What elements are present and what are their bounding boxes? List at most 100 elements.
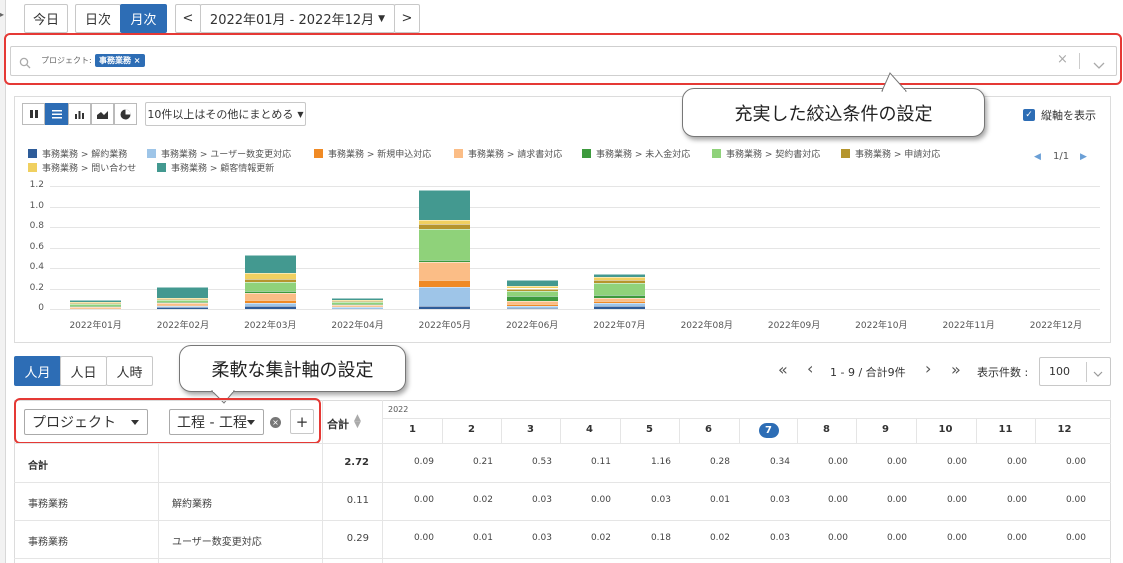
row-label-2: ユーザー数変更対応 <box>172 537 262 548</box>
pie-chart-icon[interactable] <box>114 103 137 125</box>
bar-segment <box>157 301 209 303</box>
year-label: 2022 <box>388 405 409 414</box>
gridline <box>50 227 1100 228</box>
legend-label: 事務業務 > 請求書対応 <box>468 150 563 160</box>
prev-period-button[interactable]: < <box>175 4 201 33</box>
last-page-icon[interactable]: » <box>951 360 961 379</box>
bar-segment <box>419 280 471 288</box>
legend-item[interactable]: 事務業務 > 請求書対応 <box>454 147 562 160</box>
divider <box>1086 362 1087 382</box>
month-value: 0.00 <box>1006 533 1027 543</box>
legend-item[interactable]: 事務業務 > 解約業務 <box>28 147 127 160</box>
row-label-1: 事務業務 <box>28 537 68 548</box>
month-header[interactable]: 8 <box>812 424 842 435</box>
bar-segment <box>593 305 645 309</box>
legend-item[interactable]: 事務業務 > 未入金対応 <box>582 147 690 160</box>
bar-segment <box>593 280 645 284</box>
legend-item[interactable]: 事務業務 > 問い合わせ <box>28 161 136 174</box>
bar-segment <box>244 302 296 306</box>
month-header[interactable]: 1 <box>398 424 428 435</box>
filter-highlight <box>4 33 1122 85</box>
pause-icon[interactable] <box>22 103 45 125</box>
row-total: 0.11 <box>346 495 369 506</box>
monthly-button[interactable]: 月次 <box>120 4 167 33</box>
bar-segment <box>506 300 558 304</box>
x-tick-label: 2022年02月 <box>156 321 210 331</box>
gridline <box>50 206 1100 208</box>
column-divider <box>1035 418 1036 443</box>
bar-segment <box>157 299 209 302</box>
month-value: 0.21 <box>472 457 493 467</box>
month-header[interactable]: 11 <box>991 424 1021 435</box>
total-header[interactable]: 合計 <box>327 416 349 432</box>
y-tick-label: 0.8 <box>29 221 44 231</box>
vertical-axis-toggle[interactable]: ✓ 縦軸を表示 <box>1023 107 1096 123</box>
list-icon[interactable] <box>45 103 68 125</box>
month-header[interactable]: 7 <box>758 423 779 438</box>
area-chart-icon[interactable] <box>91 103 114 125</box>
legend-prev-icon[interactable]: ◀ <box>1034 152 1041 162</box>
column-divider <box>560 418 561 443</box>
gridline <box>50 186 1100 187</box>
daily-button[interactable]: 日次 <box>75 4 121 33</box>
per-page-select[interactable]: 100 <box>1039 357 1111 386</box>
bar-segment <box>157 302 209 305</box>
bar-segment <box>332 297 384 300</box>
x-tick-label: 2022年01月 <box>69 321 122 331</box>
month-value: 0.00 <box>886 533 907 543</box>
month-value: 0.02 <box>590 533 611 543</box>
month-value: 0.00 <box>1065 457 1086 467</box>
bar-segment <box>419 190 471 220</box>
group-select[interactable]: 10件以上はその他にまとめる ▼ <box>145 102 306 126</box>
bar-segment <box>244 273 296 280</box>
month-header[interactable]: 4 <box>575 424 605 435</box>
legend-item[interactable]: 事務業務 > 顧客情報更新 <box>157 161 274 174</box>
bar-segment <box>332 306 384 309</box>
legend-item[interactable]: 事務業務 > ユーザー数変更対応 <box>147 147 291 160</box>
bar-segment <box>244 279 296 283</box>
bar-segment <box>332 304 384 306</box>
legend-item[interactable]: 事務業務 > 申請対応 <box>841 147 940 160</box>
month-header[interactable]: 9 <box>871 424 901 435</box>
month-header[interactable]: 6 <box>694 424 724 435</box>
sort-icon[interactable]: ▲ ▼ <box>354 414 361 430</box>
bar-segment <box>506 286 558 289</box>
month-header[interactable]: 10 <box>931 424 961 435</box>
legend-next-icon[interactable]: ▶ <box>1080 152 1087 162</box>
left-collapse-bar[interactable]: ▸ <box>0 0 6 563</box>
column-divider <box>158 443 159 563</box>
bar-segment <box>506 290 558 296</box>
month-header[interactable]: 5 <box>635 424 665 435</box>
month-value: 0.00 <box>827 533 848 543</box>
legend-item[interactable]: 事務業務 > 契約書対応 <box>712 147 820 160</box>
today-button[interactable]: 今日 <box>24 4 68 33</box>
pager-info: 1 - 9 / 合計9件 <box>830 366 906 379</box>
month-value: 0.00 <box>827 457 848 467</box>
bar-segment <box>506 288 558 291</box>
bar-chart-icon[interactable] <box>68 103 91 125</box>
x-tick-label: 2022年06月 <box>505 321 559 331</box>
callout-pointer <box>881 72 908 92</box>
month-header[interactable]: 12 <box>1050 424 1080 435</box>
month-value: 0.02 <box>472 495 493 505</box>
next-period-button[interactable]: > <box>394 4 420 33</box>
legend-swatch <box>454 149 463 158</box>
man-month-button[interactable]: 人月 <box>14 356 61 386</box>
month-value: 0.53 <box>531 457 552 467</box>
bar-segment <box>157 297 209 299</box>
bar-segment <box>593 294 645 298</box>
date-range-select[interactable]: 2022年01月 - 2022年12月 ▼ <box>200 4 395 33</box>
checkbox-checked-icon[interactable]: ✓ <box>1023 109 1035 121</box>
row-divider <box>14 558 1111 559</box>
month-value: 0.03 <box>650 495 671 505</box>
legend-item[interactable]: 事務業務 > 新規申込対応 <box>314 147 431 160</box>
month-header[interactable]: 3 <box>516 424 546 435</box>
next-page-icon[interactable]: › <box>925 359 931 378</box>
axis-callout: 柔軟な集計軸の設定 <box>179 345 406 392</box>
month-header[interactable]: 2 <box>457 424 487 435</box>
prev-page-icon[interactable]: ‹ <box>807 359 813 378</box>
man-day-button[interactable]: 人日 <box>60 356 107 386</box>
first-page-icon[interactable]: « <box>778 360 788 379</box>
man-hour-button[interactable]: 人時 <box>106 356 153 386</box>
legend-label: 事務業務 > 顧客情報更新 <box>171 164 275 174</box>
